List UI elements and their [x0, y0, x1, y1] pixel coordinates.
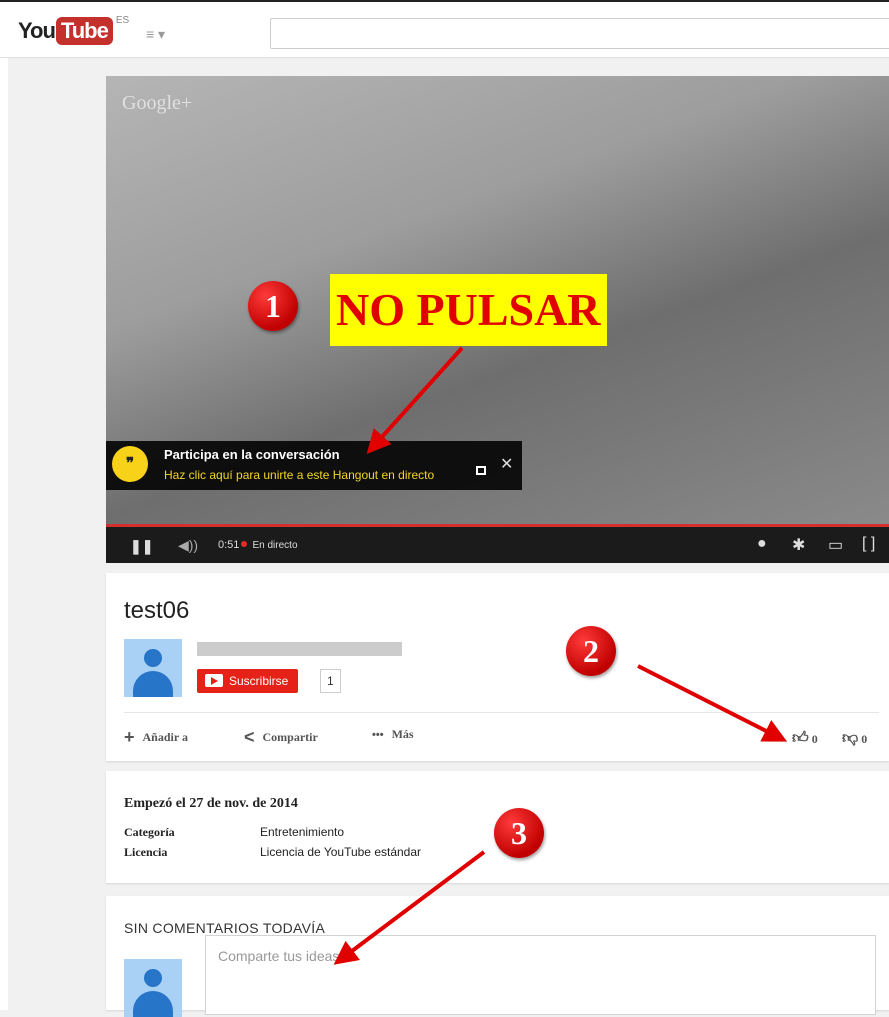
annotation-arrows: [333, 346, 788, 965]
arrow-1: [366, 346, 464, 454]
arrow-2: [637, 664, 788, 742]
arrow-3: [333, 850, 486, 965]
